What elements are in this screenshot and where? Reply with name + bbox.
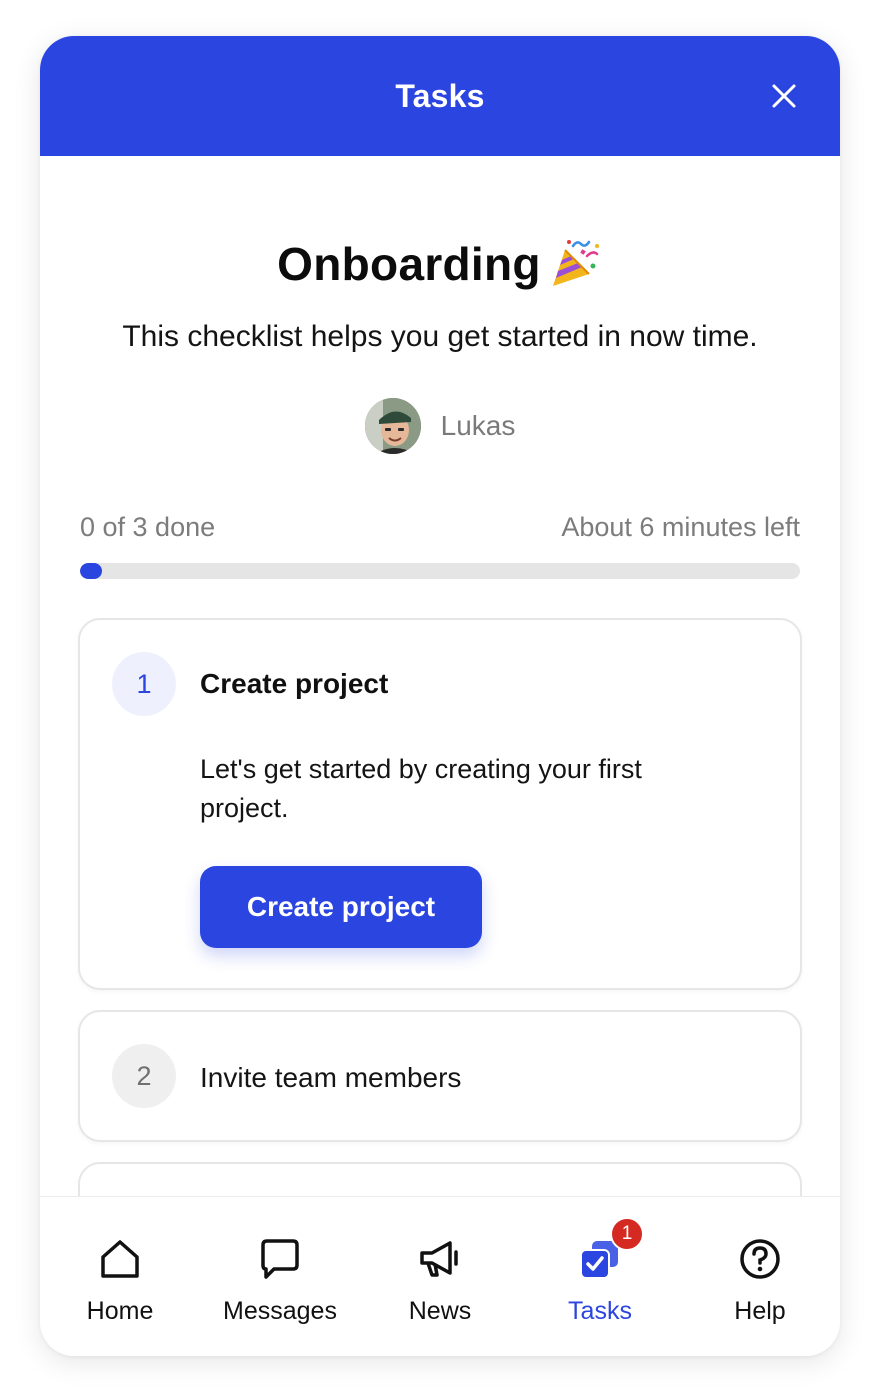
task-number: 2 — [112, 1044, 176, 1108]
close-icon — [772, 84, 796, 108]
author-name: Lukas — [440, 410, 516, 441]
create-project-button[interactable]: Create project — [200, 866, 482, 948]
close-button[interactable] — [764, 76, 804, 116]
task-card-invite-team[interactable]: 2 Invite team members — [78, 1010, 802, 1142]
nav-tasks[interactable]: 1 Tasks — [520, 1197, 680, 1356]
progress-bar — [80, 563, 800, 579]
progress-time-left: About 6 minutes left — [561, 512, 800, 542]
tasks-widget: Tasks Onboarding This checklist helps yo… — [40, 36, 840, 1356]
task-card-create-project[interactable]: 1 Create project Let's get started by cr… — [78, 618, 802, 990]
nav-help[interactable]: Help — [680, 1197, 840, 1356]
task-description: Let's get started by creating your first… — [200, 754, 642, 823]
checklist-title-row: Onboarding — [40, 236, 840, 292]
nav-news[interactable]: News — [360, 1197, 520, 1356]
nav-label: Home — [86, 1297, 154, 1325]
party-popper-icon — [552, 240, 599, 286]
checklist-author: Lukas — [40, 398, 840, 454]
tasks-badge: 1 — [610, 1217, 644, 1251]
nav-home[interactable]: Home — [40, 1197, 200, 1356]
header-title: Tasks — [395, 77, 485, 114]
header: Tasks — [40, 36, 840, 156]
home-icon — [101, 1240, 139, 1278]
nav-label: News — [408, 1297, 472, 1325]
nav-label: Messages — [223, 1297, 337, 1325]
nav-label: Help — [734, 1297, 786, 1325]
progress-labels: 0 of 3 done About 6 minutes left — [80, 512, 800, 543]
nav-messages[interactable]: Messages — [200, 1197, 360, 1356]
task-title: Invite team members — [200, 1062, 462, 1093]
task-card-next[interactable] — [78, 1162, 802, 1196]
progress-done-label: 0 of 3 done — [80, 512, 216, 542]
task-title: Create project — [200, 668, 389, 699]
checklist-title: Onboarding — [277, 238, 541, 290]
avatar — [364, 398, 421, 454]
progress-fill — [80, 563, 102, 579]
content-scroll-area[interactable]: Onboarding This checklist helps you get … — [40, 156, 840, 1196]
checklist-subtitle: This checklist helps you get started in … — [122, 320, 758, 353]
nav-label: Tasks — [568, 1297, 632, 1325]
message-icon — [261, 1239, 299, 1279]
task-number: 1 — [112, 652, 176, 716]
bottom-nav: Home Messages News 1 Tasks Help — [40, 1196, 840, 1356]
megaphone-icon — [420, 1241, 458, 1277]
help-icon — [740, 1239, 780, 1279]
